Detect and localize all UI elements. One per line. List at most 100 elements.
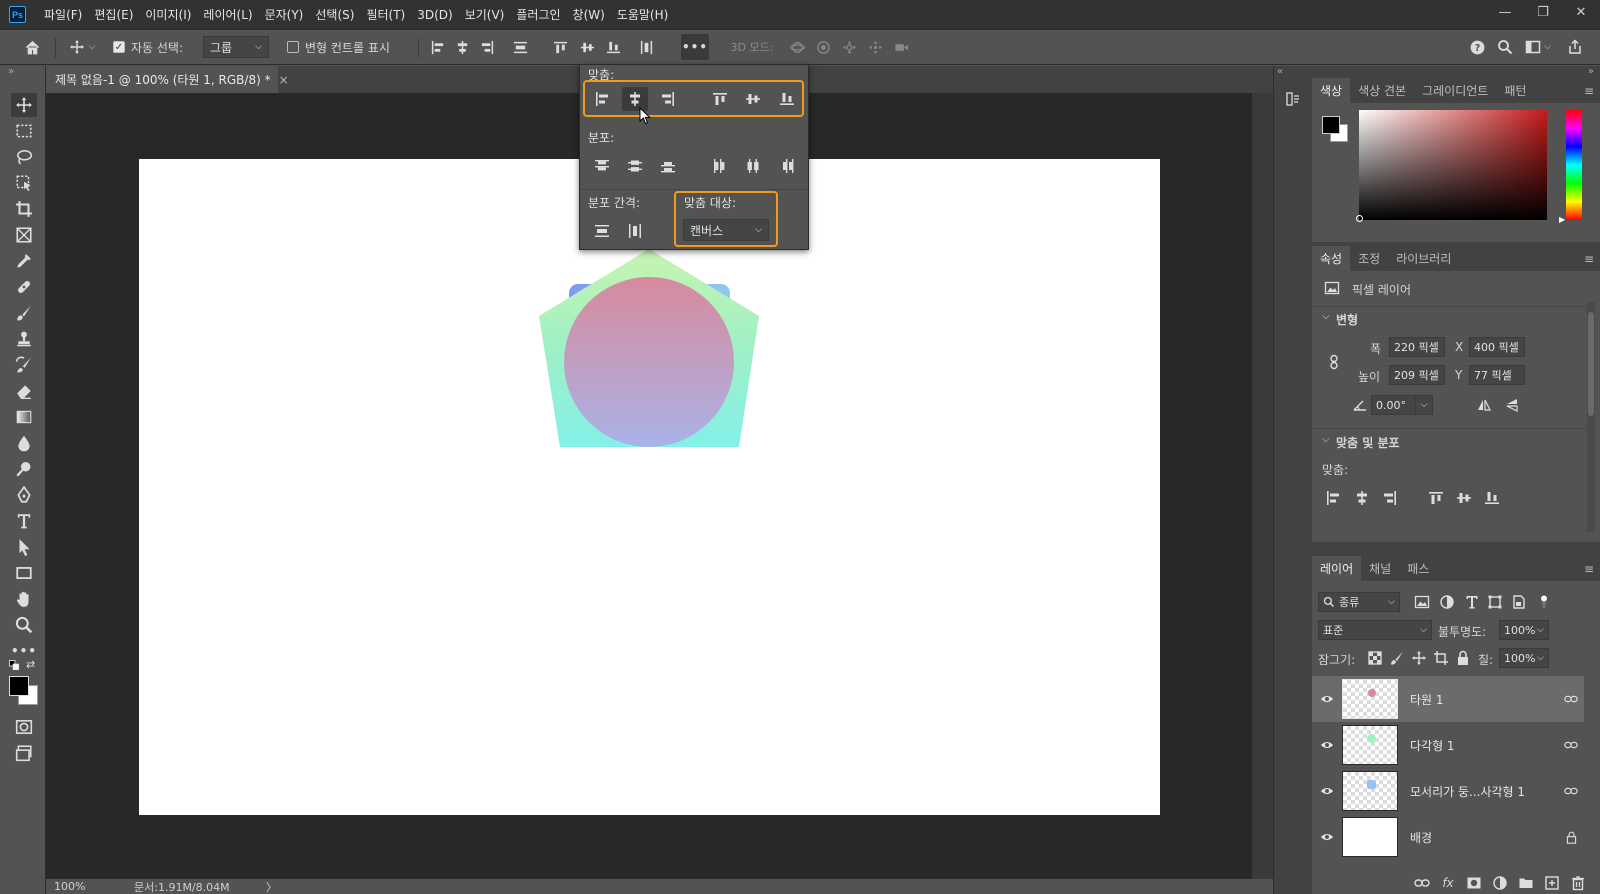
- eraser-tool-icon[interactable]: [11, 379, 37, 403]
- filter-type-icon[interactable]: [1462, 592, 1482, 612]
- popup-align-top-icon[interactable]: [707, 87, 733, 111]
- visibility-eye-icon[interactable]: [1312, 830, 1342, 844]
- ellipse-shape[interactable]: [564, 277, 734, 447]
- swap-colors-icon[interactable]: ⇄: [26, 658, 35, 671]
- distribute-vertical-spacing-icon[interactable]: [509, 30, 531, 64]
- marquee-tool-icon[interactable]: [11, 119, 37, 143]
- props-align-bottom-icon[interactable]: [1481, 488, 1503, 508]
- align-distribute-section-title[interactable]: 맞춤 및 분포: [1336, 434, 1400, 451]
- flip-horizontal-icon[interactable]: [1474, 396, 1494, 414]
- restore-button[interactable]: ❐: [1524, 0, 1562, 24]
- pen-tool-icon[interactable]: [11, 483, 37, 507]
- menu-view[interactable]: 보기(V): [459, 6, 511, 23]
- menu-plugins[interactable]: 플러그인: [510, 6, 566, 23]
- move-tool-icon[interactable]: [11, 93, 37, 117]
- show-transform-controls-checkbox[interactable]: 변형 컨트롤 표시: [287, 30, 407, 64]
- path-selection-tool-icon[interactable]: [11, 535, 37, 559]
- align-bottom-edges-icon[interactable]: [602, 30, 624, 64]
- tab-channels[interactable]: 채널: [1361, 556, 1399, 581]
- default-colors-icon[interactable]: [8, 660, 20, 674]
- visibility-eye-icon[interactable]: [1312, 692, 1342, 706]
- new-group-icon[interactable]: [1518, 875, 1534, 891]
- tab-paths[interactable]: 패스: [1399, 556, 1437, 581]
- tab-patterns[interactable]: 패턴: [1496, 78, 1534, 103]
- 3d-orbit-icon[interactable]: [786, 30, 808, 64]
- link-dimensions-icon[interactable]: [1326, 354, 1342, 370]
- opacity-field[interactable]: 100% ⌵: [1499, 620, 1549, 640]
- 3d-scale-camera-icon[interactable]: [890, 30, 912, 64]
- layer-row-ellipse[interactable]: 타원 1: [1312, 676, 1584, 722]
- properties-scrollbar[interactable]: [1587, 302, 1595, 532]
- blend-mode-dropdown[interactable]: 표준 ⌵: [1318, 620, 1432, 640]
- tab-adjustments[interactable]: 조정: [1350, 246, 1388, 271]
- layer-row-polygon[interactable]: 다각형 1: [1312, 722, 1584, 768]
- 3d-pan-icon[interactable]: [838, 30, 860, 64]
- vertical-scrollbar[interactable]: [1252, 93, 1273, 879]
- new-layer-icon[interactable]: [1544, 875, 1560, 891]
- fill-field[interactable]: 100% ⌵: [1499, 648, 1549, 668]
- tab-layers[interactable]: 레이어: [1312, 556, 1362, 581]
- zoom-tool-icon[interactable]: [11, 613, 37, 637]
- more-options-button[interactable]: •••: [681, 34, 709, 60]
- layer-name[interactable]: 모서리가 둥...사각형 1: [1410, 783, 1558, 800]
- x-field[interactable]: 400 픽셀: [1469, 337, 1525, 357]
- transform-section-title[interactable]: 변형: [1336, 311, 1358, 328]
- link-layers-icon[interactable]: [1414, 875, 1430, 891]
- filter-toggle-icon[interactable]: [1534, 592, 1554, 612]
- hand-tool-icon[interactable]: [11, 587, 37, 611]
- panel-menu-icon[interactable]: ≡: [1584, 84, 1594, 98]
- distribute-bottom-icon[interactable]: [655, 154, 681, 178]
- document-tab[interactable]: 제목 없음-1 @ 100% (타원 1, RGB/8) * ×: [46, 66, 289, 93]
- props-align-horizontal-center-icon[interactable]: [1351, 488, 1373, 508]
- chevron-down-icon[interactable]: ⌵: [1322, 434, 1330, 445]
- object-selection-tool-icon[interactable]: [11, 171, 37, 195]
- distribute-left-icon[interactable]: [707, 154, 733, 178]
- menu-window[interactable]: 창(W): [567, 6, 611, 23]
- screen-mode-icon[interactable]: [11, 741, 37, 765]
- color-picker-handle[interactable]: [1356, 215, 1363, 222]
- align-top-edges-icon[interactable]: [549, 30, 571, 64]
- quick-mask-icon[interactable]: [11, 715, 37, 739]
- workspace-switcher-icon[interactable]: ⌵: [1520, 30, 1556, 64]
- 3d-slide-icon[interactable]: [864, 30, 886, 64]
- distribute-horizontal-spacing-icon[interactable]: [635, 30, 657, 64]
- filter-pixel-icon[interactable]: [1412, 592, 1432, 612]
- align-right-edges-icon[interactable]: [476, 30, 498, 64]
- blur-tool-icon[interactable]: [11, 431, 37, 455]
- distribute-horizontal-spacing-icon[interactable]: [622, 219, 648, 243]
- filter-shape-icon[interactable]: [1485, 592, 1505, 612]
- lock-transparent-pixels-icon[interactable]: [1366, 649, 1384, 667]
- hue-slider-handle-icon[interactable]: ▶: [1559, 215, 1565, 224]
- align-left-edges-icon[interactable]: [426, 30, 448, 64]
- menu-edit[interactable]: 편집(E): [88, 6, 139, 23]
- distribute-vertical-spacing-icon[interactable]: [589, 219, 615, 243]
- props-align-top-icon[interactable]: [1425, 488, 1447, 508]
- popup-align-left-icon[interactable]: [589, 87, 615, 111]
- 3d-roll-icon[interactable]: [812, 30, 834, 64]
- menu-file[interactable]: 파일(F): [38, 6, 88, 23]
- dodge-tool-icon[interactable]: [11, 457, 37, 481]
- distribute-vertical-center-icon[interactable]: [622, 154, 648, 178]
- layer-name[interactable]: 타원 1: [1410, 691, 1558, 708]
- height-field[interactable]: 209 픽셀: [1389, 365, 1445, 385]
- close-window-button[interactable]: ✕: [1562, 0, 1600, 24]
- crop-tool-icon[interactable]: [11, 197, 37, 221]
- document-canvas[interactable]: [139, 159, 1160, 815]
- panel-menu-icon[interactable]: ≡: [1584, 252, 1594, 266]
- home-icon[interactable]: [18, 30, 46, 64]
- menu-help[interactable]: 도움말(H): [611, 6, 675, 23]
- props-align-left-icon[interactable]: [1322, 488, 1344, 508]
- new-adjustment-layer-icon[interactable]: [1492, 875, 1508, 891]
- healing-brush-tool-icon[interactable]: [11, 275, 37, 299]
- chevron-down-icon[interactable]: ⌵: [1322, 311, 1330, 322]
- distribute-top-icon[interactable]: [589, 154, 615, 178]
- menu-select[interactable]: 선택(S): [309, 6, 360, 23]
- search-icon[interactable]: [1492, 30, 1518, 64]
- clone-stamp-tool-icon[interactable]: [11, 327, 37, 351]
- props-align-right-icon[interactable]: [1379, 488, 1401, 508]
- share-icon[interactable]: [1562, 30, 1588, 64]
- distribute-horizontal-center-icon[interactable]: [740, 154, 766, 178]
- brush-tool-icon[interactable]: [11, 301, 37, 325]
- lock-position-icon[interactable]: [1410, 649, 1428, 667]
- layer-style-fx-icon[interactable]: fx: [1440, 875, 1456, 891]
